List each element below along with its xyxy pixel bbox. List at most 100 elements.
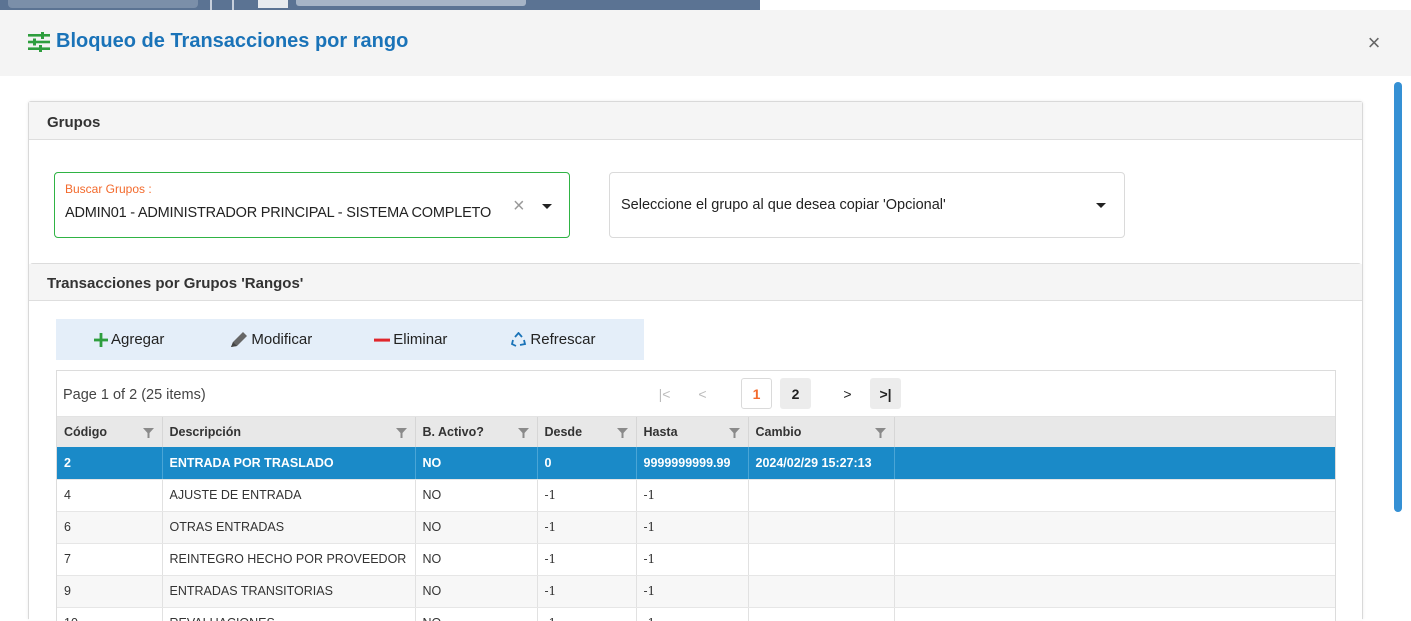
cell-cambio <box>748 479 895 512</box>
table-row[interactable]: 7 REINTEGRO HECHO POR PROVEEDOR NO -1 -1 <box>57 543 1335 576</box>
grupos-panel-title: Grupos <box>29 102 1362 140</box>
page-1-button[interactable]: 1 <box>741 378 772 409</box>
filter-icon[interactable] <box>142 427 154 441</box>
agregar-label: Agregar <box>111 331 165 348</box>
cell-filler <box>894 543 1335 576</box>
caret-down-icon[interactable] <box>1096 203 1106 208</box>
cell-descripcion: REINTEGRO HECHO POR PROVEEDOR <box>162 543 416 576</box>
cell-cambio: 2024/02/29 15:27:13 <box>748 447 895 480</box>
cell-codigo: 9 <box>57 575 163 608</box>
table-row[interactable]: 2 ENTRADA POR TRASLADO NO 0 9999999999.9… <box>57 447 1335 480</box>
background-document-icon <box>258 0 288 8</box>
eliminar-button[interactable]: Eliminar <box>374 319 447 360</box>
column-header-desde[interactable]: Desde <box>537 417 637 447</box>
background-app-strip <box>0 0 760 10</box>
buscar-grupos-label: Buscar Grupos : <box>65 182 152 196</box>
filter-icon[interactable] <box>728 427 740 441</box>
page-2-button[interactable]: 2 <box>780 378 811 409</box>
background-divider <box>210 0 212 10</box>
cell-activo: NO <box>415 447 538 480</box>
table-row[interactable]: 6 OTRAS ENTRADAS NO -1 -1 <box>57 511 1335 544</box>
column-header-codigo[interactable]: Código <box>57 417 163 447</box>
cell-descripcion: ENTRADAS TRANSITORIAS <box>162 575 416 608</box>
cell-hasta: -1 <box>636 543 749 576</box>
cell-codigo: 2 <box>57 447 163 480</box>
cell-codigo: 4 <box>57 479 163 512</box>
modal-scrollbar[interactable] <box>1394 82 1402 512</box>
cell-descripcion: ENTRADA POR TRASLADO <box>162 447 416 480</box>
grid-pager: Page 1 of 2 (25 items) |< < 1 2 > >| <box>57 371 1335 417</box>
cell-desde: -1 <box>537 575 637 608</box>
grupos-panel: Grupos Buscar Grupos : ADMIN01 - ADMINIS… <box>28 101 1363 621</box>
cell-desde: -1 <box>537 511 637 544</box>
eliminar-label: Eliminar <box>393 331 448 348</box>
clear-icon[interactable]: × <box>513 195 525 218</box>
refrescar-label: Refrescar <box>530 331 596 348</box>
pager-info: Page 1 of 2 (25 items) <box>63 387 206 403</box>
cell-activo: NO <box>415 479 538 512</box>
cell-filler <box>894 447 1335 480</box>
transacciones-panel: Transacciones por Grupos 'Rangos' Agrega… <box>29 263 1362 621</box>
column-header-cambio[interactable]: Cambio <box>748 417 895 447</box>
cell-descripcion: OTRAS ENTRADAS <box>162 511 416 544</box>
cell-cambio <box>748 575 895 608</box>
cell-desde: 0 <box>537 447 637 480</box>
filter-icon[interactable] <box>395 427 407 441</box>
cell-codigo: 6 <box>57 511 163 544</box>
transacciones-panel-title: Transacciones por Grupos 'Rangos' <box>29 264 1362 301</box>
cell-hasta: -1 <box>636 575 749 608</box>
copiar-grupo-select[interactable]: Seleccione el grupo al que desea copiar … <box>609 172 1125 238</box>
column-header-filler <box>894 417 1335 447</box>
caret-down-icon[interactable] <box>542 204 552 209</box>
refrescar-button[interactable]: Refrescar <box>510 319 595 360</box>
cell-filler <box>894 575 1335 608</box>
sliders-icon <box>28 31 50 52</box>
close-icon[interactable]: × <box>1365 32 1383 54</box>
column-header-activo[interactable]: B. Activo? <box>415 417 538 447</box>
recycle-icon <box>510 331 527 348</box>
modificar-button[interactable]: Modificar <box>230 319 312 360</box>
copiar-grupo-placeholder: Seleccione el grupo al que desea copiar … <box>621 197 946 213</box>
background-divider <box>232 0 234 10</box>
filter-icon[interactable] <box>517 427 529 441</box>
background-tab <box>8 0 198 8</box>
column-header-descripcion[interactable]: Descripción <box>162 417 416 447</box>
plus-icon <box>94 332 108 347</box>
minus-icon <box>374 333 391 347</box>
cell-cambio <box>748 543 895 576</box>
transactions-table: Código Descripción B. Activo? Desde Hast… <box>57 417 1335 621</box>
cell-cambio <box>748 511 895 544</box>
table-header-row: Código Descripción B. Activo? Desde Hast… <box>57 417 1335 447</box>
cell-hasta: -1 <box>636 479 749 512</box>
grid-toolbar: Agregar Modificar Eliminar Refrescar <box>56 319 644 360</box>
cell-hasta: -1 <box>636 511 749 544</box>
cell-desde: -1 <box>537 479 637 512</box>
filter-icon[interactable] <box>616 427 628 441</box>
table-row[interactable]: 9 ENTRADAS TRANSITORIAS NO -1 -1 <box>57 575 1335 608</box>
pencil-icon <box>230 331 248 348</box>
table-row[interactable]: 4 AJUSTE DE ENTRADA NO -1 -1 <box>57 479 1335 512</box>
modal-title: Bloqueo de Transacciones por rango <box>28 30 408 53</box>
cell-codigo: 7 <box>57 543 163 576</box>
cell-activo: NO <box>415 511 538 544</box>
cell-hasta: 9999999999.99 <box>636 447 749 480</box>
modificar-label: Modificar <box>251 331 313 348</box>
prev-page-button[interactable]: < <box>687 378 718 409</box>
column-header-hasta[interactable]: Hasta <box>636 417 749 447</box>
cell-desde: -1 <box>537 543 637 576</box>
transaction-lock-modal: Bloqueo de Transacciones por rango × Gru… <box>0 10 1411 621</box>
next-page-button[interactable]: > <box>832 378 863 409</box>
modal-title-text: Bloqueo de Transacciones por rango <box>56 30 409 52</box>
last-page-button[interactable]: >| <box>870 378 901 409</box>
first-page-button[interactable]: |< <box>649 378 680 409</box>
buscar-grupos-combobox[interactable]: Buscar Grupos : ADMIN01 - ADMINISTRADOR … <box>54 172 570 238</box>
background-tab-label <box>296 0 526 6</box>
cell-activo: NO <box>415 543 538 576</box>
modal-header: Bloqueo de Transacciones por rango × <box>0 10 1411 76</box>
cell-activo: NO <box>415 575 538 608</box>
agregar-button[interactable]: Agregar <box>94 319 164 360</box>
cell-filler <box>894 511 1335 544</box>
filter-icon[interactable] <box>874 427 886 441</box>
cell-filler <box>894 479 1335 512</box>
buscar-grupos-value[interactable]: ADMIN01 - ADMINISTRADOR PRINCIPAL - SIST… <box>65 205 491 221</box>
